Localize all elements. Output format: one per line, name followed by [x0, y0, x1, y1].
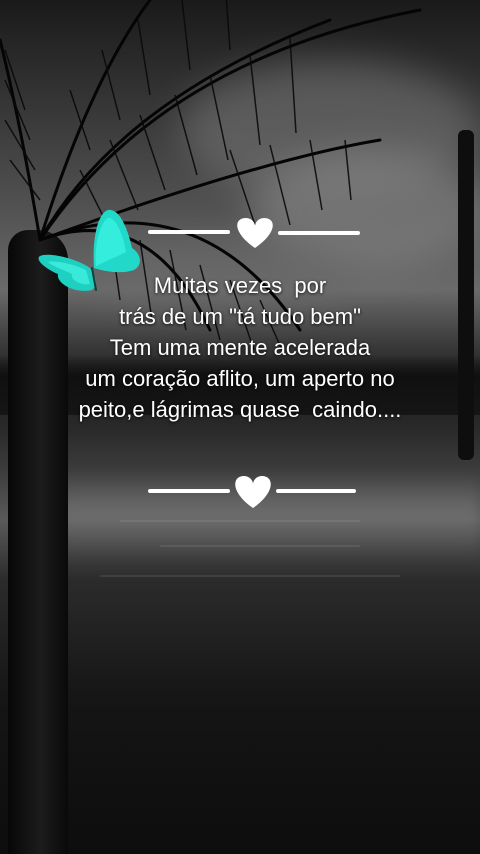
quote-line: Tem uma mente acelerada	[109, 335, 371, 360]
quote-line: Muitas vezes por	[153, 273, 327, 298]
ripple	[160, 545, 360, 547]
heart-icon	[235, 476, 271, 508]
quote-line: peito,e lágrimas quase caindo....	[78, 397, 402, 422]
quote-line: trás de um "tá tudo bem"	[119, 304, 361, 329]
quote-text: Muitas vezes por trás de um "tá tudo bem…	[0, 270, 480, 425]
ripple	[120, 520, 360, 522]
ripple	[100, 575, 400, 577]
heart-icon	[237, 218, 273, 248]
quote-line: um coração aflito, um aperto no	[85, 366, 395, 391]
bottom-divider	[148, 476, 356, 508]
background-photo: Muitas vezes por trás de um "tá tudo bem…	[0, 0, 480, 854]
